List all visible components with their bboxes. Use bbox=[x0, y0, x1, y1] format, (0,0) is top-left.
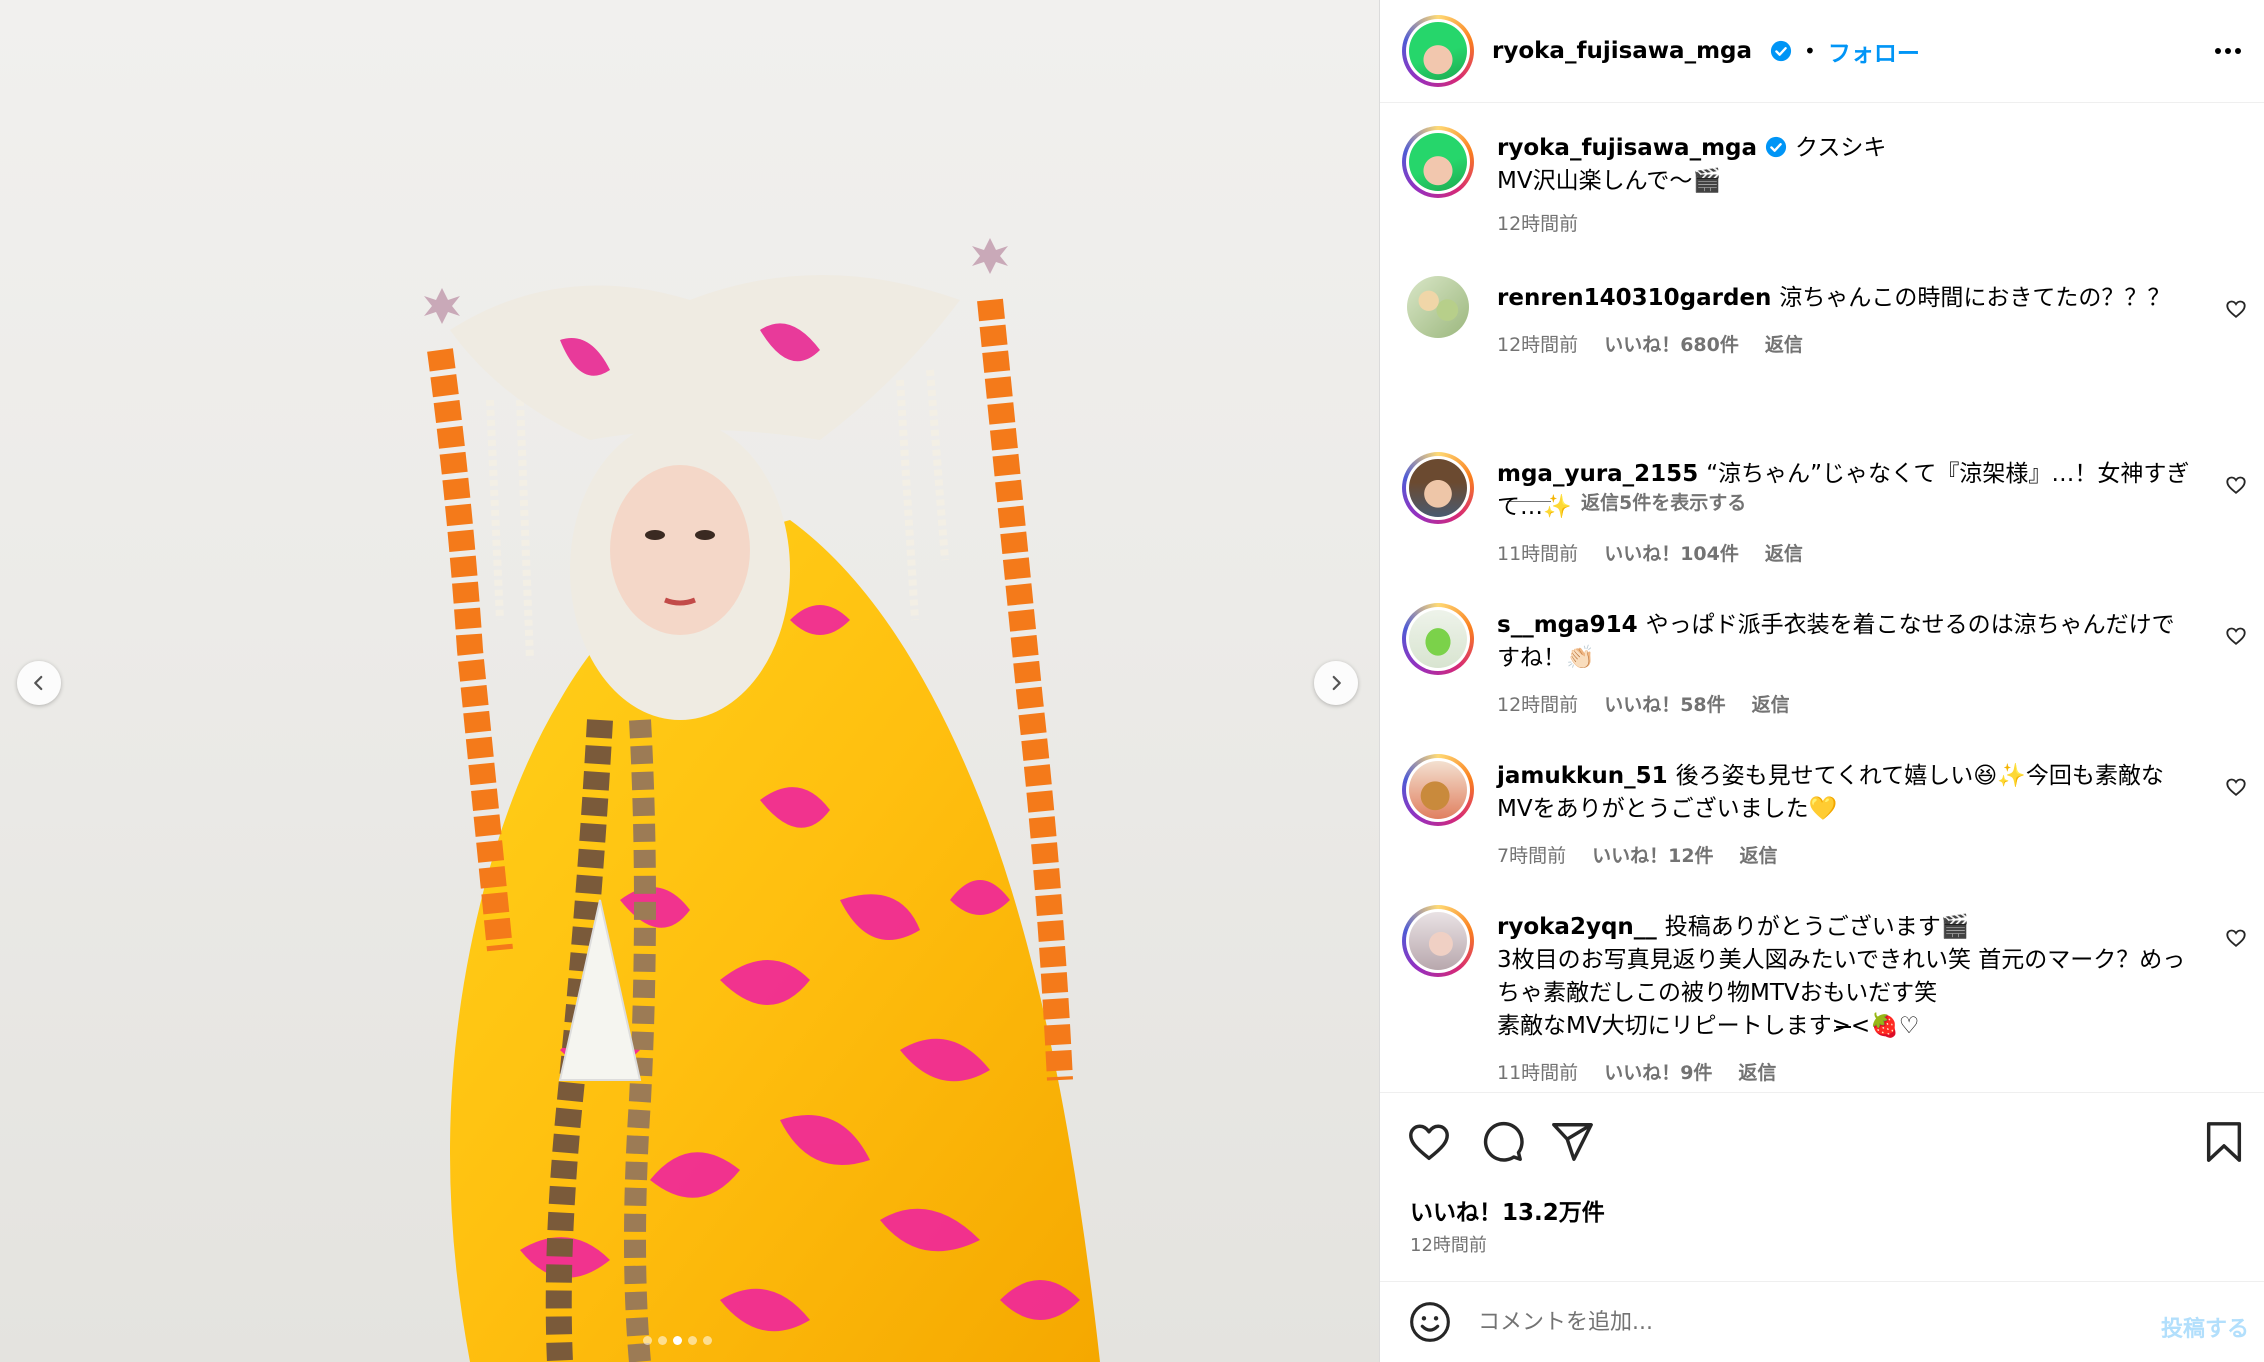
comment-input[interactable] bbox=[1478, 1309, 2128, 1335]
emoji-icon[interactable] bbox=[1408, 1300, 1452, 1344]
post-header: ryoka_fujisawa_mga • フォロー bbox=[1380, 0, 2264, 103]
commenter-avatar[interactable] bbox=[1407, 276, 1469, 338]
comment-likes[interactable]: いいね！104件 bbox=[1604, 538, 1739, 571]
post-actions: いいね！13.2万件 12時間前 bbox=[1380, 1092, 2264, 1282]
comment-time[interactable]: 11時間前 bbox=[1497, 1057, 1578, 1090]
like-count[interactable]: いいね！13.2万件 bbox=[1410, 1193, 1605, 1227]
previous-slide-button[interactable] bbox=[17, 661, 61, 705]
reply-button[interactable]: 返信 bbox=[1765, 538, 1803, 571]
comment-text: 涼ちゃんこの時間におきてたの？？？ bbox=[1779, 285, 2171, 311]
comment-username[interactable]: mga_yura_2155 bbox=[1497, 461, 1698, 487]
comment-likes[interactable]: いいね！9件 bbox=[1604, 1057, 1712, 1090]
heart-icon[interactable] bbox=[1406, 1119, 1452, 1165]
comment-composer: 投稿する bbox=[1380, 1281, 2264, 1362]
comment-time[interactable]: 11時間前 bbox=[1497, 538, 1578, 571]
share-icon[interactable] bbox=[1549, 1119, 1595, 1165]
carousel-dot bbox=[643, 1336, 652, 1345]
comment-username[interactable]: s__mga914 bbox=[1497, 612, 1638, 638]
comment-likes[interactable]: いいね！680件 bbox=[1604, 329, 1739, 362]
caption-avatar[interactable] bbox=[1402, 126, 1474, 198]
header-separator: • bbox=[1804, 39, 1816, 63]
comment-time[interactable]: 12時間前 bbox=[1497, 689, 1578, 722]
caption-title: クスシキ bbox=[1795, 135, 1887, 161]
author-avatar[interactable] bbox=[1402, 15, 1474, 87]
post-media[interactable] bbox=[0, 0, 1379, 1362]
carousel-dot bbox=[658, 1336, 667, 1345]
comment-icon[interactable] bbox=[1479, 1119, 1525, 1165]
comment-username[interactable]: ryoka2yqn__ bbox=[1497, 914, 1657, 940]
caption-emoji: 🎬 bbox=[1692, 168, 1722, 194]
post-comment-button[interactable]: 投稿する bbox=[2161, 1311, 2249, 1343]
heart-icon[interactable] bbox=[2225, 298, 2247, 320]
bookmark-icon[interactable] bbox=[2201, 1119, 2247, 1165]
comment-time[interactable]: 12時間前 bbox=[1497, 329, 1578, 362]
caption-username[interactable]: ryoka_fujisawa_mga bbox=[1497, 135, 1757, 161]
commenter-avatar[interactable] bbox=[1402, 754, 1474, 826]
comment-text-line: 3枚目のお写真見返り美人図みたいできれい笑 首元のマーク？めっちゃ素敵だしこの被… bbox=[1497, 947, 2186, 1006]
next-slide-button[interactable] bbox=[1314, 661, 1358, 705]
reply-button[interactable]: 返信 bbox=[1740, 840, 1778, 873]
heart-icon[interactable] bbox=[2225, 625, 2247, 647]
author-username[interactable]: ryoka_fujisawa_mga bbox=[1492, 38, 1752, 64]
post-timestamp[interactable]: 12時間前 bbox=[1410, 1231, 1487, 1257]
carousel-dot bbox=[688, 1336, 697, 1345]
reply-button[interactable]: 返信 bbox=[1765, 329, 1803, 362]
comment-username[interactable]: jamukkun_51 bbox=[1497, 763, 1668, 789]
verified-icon bbox=[1765, 136, 1787, 158]
heart-icon[interactable] bbox=[2225, 776, 2247, 798]
post-sidebar: ryoka_fujisawa_mga • フォロー ryoka_fujisawa… bbox=[1379, 0, 2264, 1362]
comment-likes[interactable]: いいね！58件 bbox=[1604, 689, 1725, 722]
comment-text-line: 素敵なMV大切にリピートします>̶̶̶<🍓♡ bbox=[1497, 1013, 1920, 1039]
follow-button[interactable]: フォロー bbox=[1828, 34, 1920, 68]
reply-button[interactable]: 返信 bbox=[1738, 1057, 1776, 1090]
comment-time[interactable]: 7時間前 bbox=[1497, 840, 1566, 873]
verified-icon bbox=[1770, 40, 1792, 62]
caption-text: MV沢山楽しんで〜 bbox=[1497, 168, 1693, 194]
heart-icon[interactable] bbox=[2225, 927, 2247, 949]
reply-button[interactable]: 返信 bbox=[1752, 689, 1790, 722]
commenter-avatar[interactable] bbox=[1402, 452, 1474, 524]
heart-icon[interactable] bbox=[2225, 474, 2247, 496]
chevron-left-icon bbox=[34, 675, 43, 691]
comment-likes[interactable]: いいね！12件 bbox=[1592, 840, 1713, 873]
chevron-right-icon bbox=[1332, 675, 1341, 691]
comment-username[interactable]: renren140310garden bbox=[1497, 285, 1771, 311]
carousel-indicator bbox=[643, 1336, 712, 1345]
commenter-avatar[interactable] bbox=[1402, 905, 1474, 977]
comments-list[interactable]: ryoka_fujisawa_mga クスシキ MV沢山楽しんで〜🎬 12時間前 … bbox=[1380, 104, 2264, 1092]
carousel-dot bbox=[703, 1336, 712, 1345]
more-options-icon[interactable] bbox=[2213, 36, 2243, 66]
caption-time[interactable]: 12時間前 bbox=[1497, 208, 1578, 241]
post-photo bbox=[424, 238, 1100, 1362]
carousel-dot-active bbox=[673, 1336, 682, 1345]
comment-text: 投稿ありがとうございます🎬 bbox=[1664, 914, 1970, 940]
commenter-avatar[interactable] bbox=[1402, 603, 1474, 675]
